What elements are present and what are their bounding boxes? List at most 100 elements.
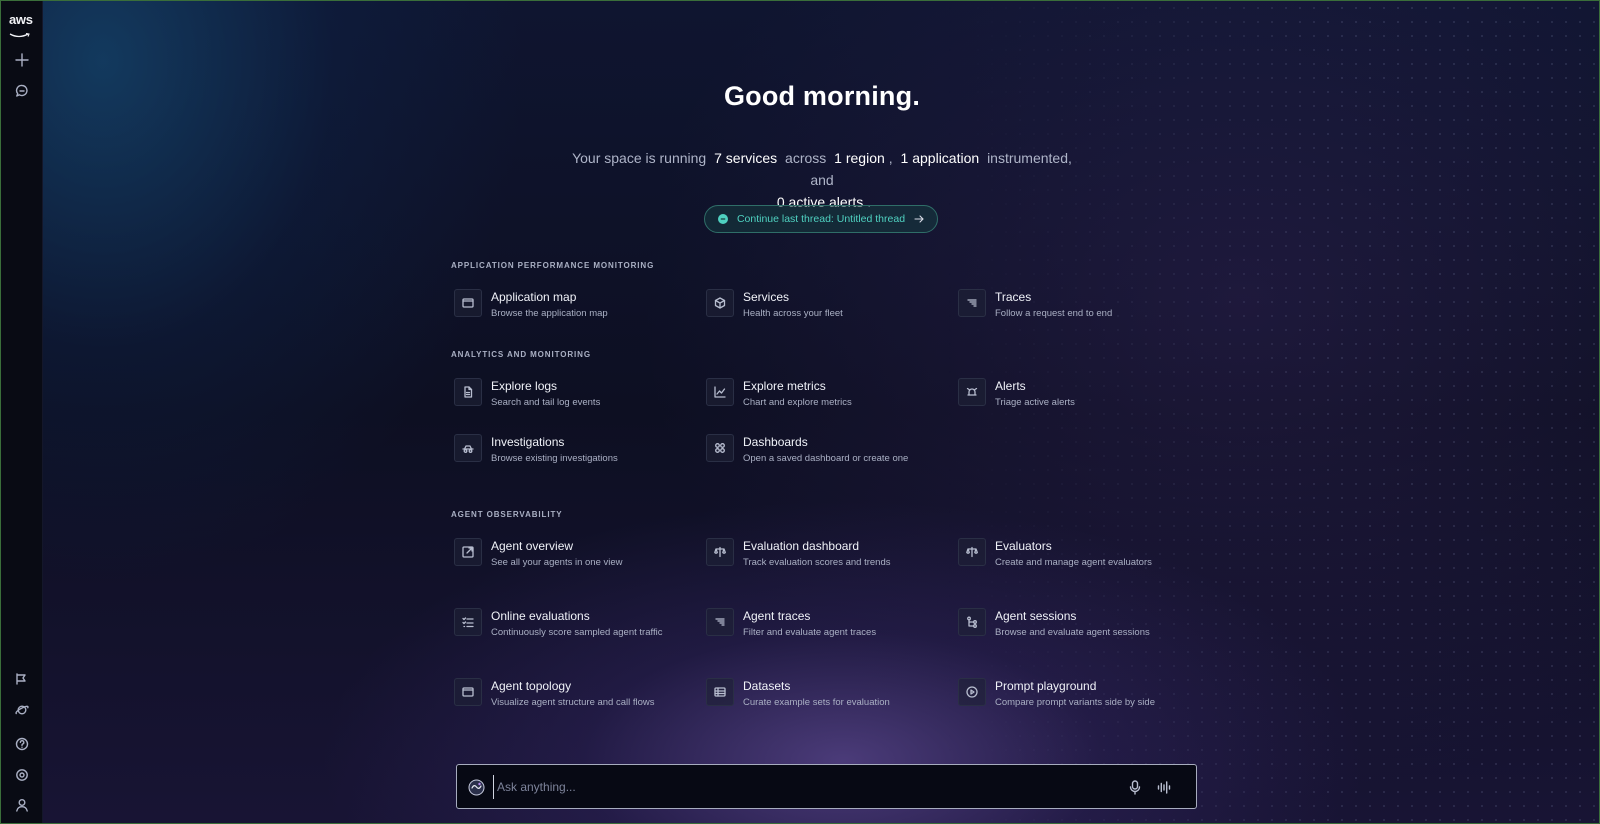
card-agent-traces[interactable]: Agent traces Filter and evaluate agent t… bbox=[704, 608, 944, 668]
card-title: Datasets bbox=[743, 679, 791, 693]
traces-icon bbox=[967, 299, 977, 307]
log-file-icon bbox=[464, 386, 473, 398]
card-title: Agent sessions bbox=[995, 609, 1077, 623]
section-title-agent-observability: AGENT OBSERVABILITY bbox=[451, 510, 563, 519]
card-description: Follow a request end to end bbox=[995, 308, 1113, 319]
continue-thread-label: Continue last thread: Untitled thread bbox=[736, 213, 906, 225]
card-dashboards[interactable]: Dashboards Open a saved dashboard or cre… bbox=[704, 434, 944, 494]
card-application-map[interactable]: Application map Browse the application m… bbox=[452, 289, 692, 349]
card-title: Traces bbox=[995, 290, 1032, 304]
planet-icon bbox=[15, 705, 29, 715]
card-title: Agent overview bbox=[491, 539, 574, 553]
card-evaluators[interactable]: Evaluators Create and manage agent evalu… bbox=[956, 538, 1196, 598]
dashboard-grid-icon bbox=[715, 443, 725, 453]
cube-icon bbox=[714, 297, 726, 309]
traces-icon bbox=[715, 618, 725, 626]
application-count: 1 application bbox=[900, 150, 980, 166]
card-explore-logs[interactable]: Explore logs Search and tail log events bbox=[452, 378, 692, 438]
card-agent-overview[interactable]: Agent overview See all your agents in on… bbox=[452, 538, 692, 598]
card-description: Track evaluation scores and trends bbox=[743, 557, 891, 568]
explore-button[interactable] bbox=[9, 697, 35, 723]
user-icon bbox=[16, 799, 28, 812]
services-count: 7 services bbox=[714, 150, 778, 166]
alarm-icon bbox=[966, 387, 978, 396]
card-title: Explore metrics bbox=[743, 379, 826, 393]
card-description: Triage active alerts bbox=[995, 397, 1075, 408]
card-description: Health across your fleet bbox=[743, 308, 843, 319]
card-alerts[interactable]: Alerts Triage active alerts bbox=[956, 378, 1196, 438]
card-evaluation-dashboard[interactable]: Evaluation dashboard Track evaluation sc… bbox=[704, 538, 944, 598]
card-title: Alerts bbox=[995, 379, 1026, 393]
sidebar: aws bbox=[1, 1, 43, 823]
card-prompt-playground[interactable]: Prompt playground Compare prompt variant… bbox=[956, 678, 1196, 738]
new-thread-button[interactable] bbox=[9, 47, 35, 73]
plus-icon bbox=[15, 53, 29, 67]
card-title: Services bbox=[743, 290, 790, 304]
announcements-button[interactable] bbox=[9, 666, 35, 692]
card-services[interactable]: Services Health across your fleet bbox=[704, 289, 944, 349]
main-area: Good morning. Your space is running 7 se… bbox=[43, 1, 1599, 823]
card-title: Evaluators bbox=[995, 539, 1052, 553]
card-description: Open a saved dashboard or create one bbox=[743, 453, 909, 464]
investigation-icon bbox=[462, 445, 474, 453]
help-button[interactable] bbox=[9, 731, 35, 757]
assistant-avatar-icon bbox=[468, 779, 485, 796]
chat-bubble-icon bbox=[717, 214, 728, 224]
region-count: 1 region bbox=[834, 150, 885, 166]
aws-logo[interactable]: aws bbox=[9, 12, 35, 38]
card-agent-sessions[interactable]: Agent sessions Browse and evaluate agent… bbox=[956, 608, 1196, 668]
sessions-icon bbox=[967, 616, 977, 628]
card-description: Chart and explore metrics bbox=[743, 397, 852, 408]
announcement-icon bbox=[16, 673, 26, 685]
arrow-right-icon bbox=[914, 215, 924, 223]
card-traces[interactable]: Traces Follow a request end to end bbox=[956, 289, 1196, 349]
help-icon bbox=[15, 737, 29, 751]
chat-icon bbox=[15, 84, 28, 97]
topology-icon bbox=[462, 687, 474, 697]
card-description: Browse the application map bbox=[491, 308, 608, 319]
greeting-heading: Good morning. bbox=[723, 81, 921, 111]
card-description: Curate example sets for evaluation bbox=[743, 697, 890, 708]
space-summary: Your space is running 7 services across … bbox=[563, 147, 1081, 213]
overview-icon bbox=[462, 546, 474, 558]
card-title: Explore logs bbox=[491, 379, 558, 393]
summary-comma: , bbox=[888, 150, 893, 166]
play-circle-icon bbox=[966, 686, 978, 698]
card-description: Browse and evaluate agent sessions bbox=[995, 627, 1150, 638]
section-title-analytics: ANALYTICS AND MONITORING bbox=[451, 350, 591, 359]
line-chart-icon bbox=[714, 386, 726, 398]
microphone-icon[interactable] bbox=[1128, 780, 1142, 795]
app-frame: aws Good morning. Your space is running … bbox=[0, 0, 1600, 824]
voice-waveform-icon[interactable] bbox=[1157, 780, 1171, 795]
aws-logo-text: aws bbox=[9, 12, 33, 27]
card-agent-topology[interactable]: Agent topology Visualize agent structure… bbox=[452, 678, 692, 738]
card-description: See all your agents in one view bbox=[491, 557, 623, 568]
card-explore-metrics[interactable]: Explore metrics Chart and explore metric… bbox=[704, 378, 944, 438]
card-title: Agent topology bbox=[491, 679, 572, 693]
card-description: Search and tail log events bbox=[491, 397, 601, 408]
chat-history-button[interactable] bbox=[9, 78, 35, 104]
card-investigations[interactable]: Investigations Browse existing investiga… bbox=[452, 434, 692, 494]
settings-icon bbox=[16, 769, 28, 781]
ask-bar bbox=[456, 764, 1197, 809]
card-description: Visualize agent structure and call flows bbox=[491, 697, 655, 708]
card-description: Filter and evaluate agent traces bbox=[743, 627, 877, 638]
card-description: Compare prompt variants side by side bbox=[995, 697, 1155, 708]
card-datasets[interactable]: Datasets Curate example sets for evaluat… bbox=[704, 678, 944, 738]
continue-thread-button[interactable]: Continue last thread: Untitled thread bbox=[704, 205, 938, 233]
aws-smile-icon bbox=[9, 32, 30, 38]
ask-input[interactable] bbox=[493, 775, 1113, 799]
settings-button[interactable] bbox=[9, 762, 35, 788]
card-title: Prompt playground bbox=[995, 679, 1097, 693]
table-icon bbox=[714, 687, 726, 697]
card-description: Create and manage agent evaluators bbox=[995, 557, 1152, 568]
profile-button[interactable] bbox=[9, 792, 35, 818]
card-title: Evaluation dashboard bbox=[743, 539, 860, 553]
card-title: Agent traces bbox=[743, 609, 811, 623]
card-title: Online evaluations bbox=[491, 609, 590, 623]
card-title: Application map bbox=[491, 290, 577, 304]
section-title-apm: APPLICATION PERFORMANCE MONITORING bbox=[451, 261, 655, 270]
map-icon bbox=[462, 298, 474, 308]
card-online-evaluations[interactable]: Online evaluations Continuously score sa… bbox=[452, 608, 692, 668]
summary-across: across bbox=[785, 150, 827, 166]
